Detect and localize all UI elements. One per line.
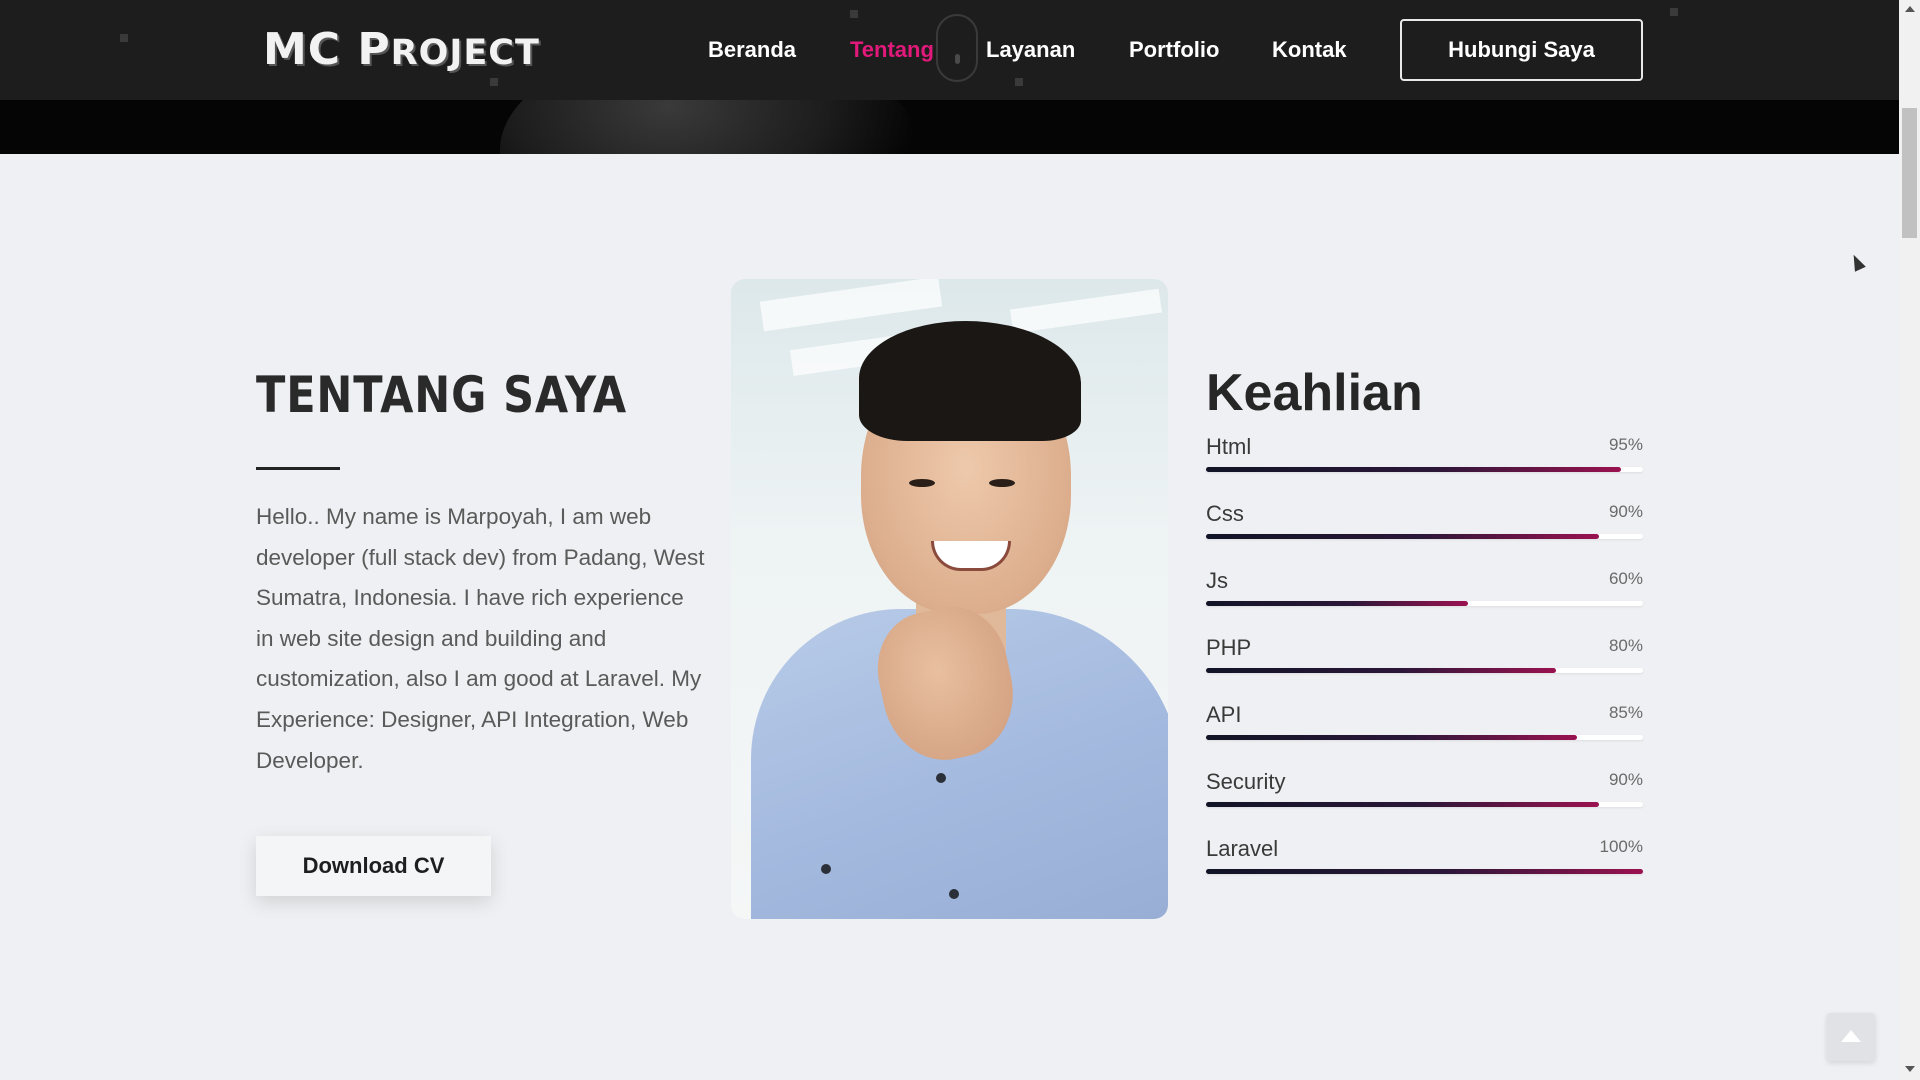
- skill-name: Security: [1206, 769, 1286, 794]
- decor-dot: [1015, 78, 1023, 86]
- skill-track: [1206, 467, 1643, 472]
- skill-name: Js: [1206, 568, 1228, 593]
- about-title: TENTANG SAYA: [256, 366, 627, 424]
- profile-photo: [731, 279, 1168, 919]
- shirt-button: [949, 889, 959, 899]
- skill-bar: [1206, 601, 1469, 606]
- decor-dot: [120, 34, 128, 42]
- skill-percent: 100%: [1599, 837, 1643, 856]
- skill-bar: [1206, 735, 1578, 740]
- page-scrollbar[interactable]: [1899, 0, 1920, 1080]
- mouse-scroll-icon: [936, 14, 978, 82]
- contact-me-button[interactable]: Hubungi Saya: [1400, 19, 1643, 81]
- back-to-top-button[interactable]: [1827, 1013, 1875, 1061]
- skill-bar: [1206, 534, 1600, 539]
- skill-percent: 95%: [1608, 435, 1643, 454]
- photo-eye: [989, 479, 1015, 487]
- skill-bar: [1206, 869, 1643, 874]
- logo-main: MC P: [263, 24, 391, 75]
- ceiling-light: [759, 279, 943, 332]
- decor-dot: [490, 78, 498, 86]
- decor-dot: [1670, 8, 1678, 16]
- navbar: MC PROJECT Beranda Tentang Layanan Portf…: [0, 0, 1899, 100]
- download-cv-button[interactable]: Download CV: [256, 836, 491, 896]
- photo-hair: [859, 321, 1081, 441]
- skill-name: Html: [1206, 434, 1252, 459]
- skill-track: [1206, 534, 1643, 539]
- shirt-button: [936, 773, 946, 783]
- skill-bar: [1206, 802, 1600, 807]
- skill-name: Css: [1206, 501, 1244, 526]
- skill-percent: 60%: [1608, 569, 1643, 588]
- skill-track: [1206, 601, 1643, 606]
- decor-dot: [850, 10, 858, 18]
- title-divider: [256, 467, 340, 470]
- shirt-button: [821, 864, 831, 874]
- skill-css: Css 90%: [1206, 500, 1643, 560]
- skills-title: Keahlian: [1206, 364, 1423, 422]
- scroll-thumb[interactable]: [1902, 108, 1917, 238]
- scroll-up-arrow[interactable]: [1905, 6, 1915, 12]
- nav-tentang[interactable]: Tentang: [850, 30, 934, 70]
- nav-beranda[interactable]: Beranda: [708, 30, 796, 70]
- skill-percent: 85%: [1608, 703, 1643, 722]
- nav-portfolio[interactable]: Portfolio: [1129, 30, 1219, 70]
- skill-laravel: Laravel 100%: [1206, 835, 1643, 895]
- cursor-icon: [1848, 252, 1866, 272]
- about-description: Hello.. My name is Marpoyah, I am web de…: [256, 504, 705, 773]
- skill-name: PHP: [1206, 635, 1252, 660]
- skill-track: [1206, 802, 1643, 807]
- skill-track: [1206, 668, 1643, 673]
- ceiling-light: [1010, 288, 1162, 334]
- skill-bar: [1206, 467, 1622, 472]
- skill-track: [1206, 869, 1643, 874]
- skill-js: Js 60%: [1206, 567, 1643, 627]
- logo-rest: ROJECT: [390, 33, 540, 73]
- skill-percent: 90%: [1608, 502, 1643, 521]
- skill-bar: [1206, 668, 1556, 673]
- nav-layanan[interactable]: Layanan: [986, 30, 1075, 70]
- skill-php: PHP 80%: [1206, 634, 1643, 694]
- skill-name: Laravel: [1206, 836, 1279, 861]
- skill-track: [1206, 735, 1643, 740]
- skill-percent: 90%: [1608, 770, 1643, 789]
- nav-kontak[interactable]: Kontak: [1272, 30, 1347, 70]
- site-logo[interactable]: MC PROJECT: [263, 22, 540, 78]
- skill-html: Html 95%: [1206, 433, 1643, 493]
- photo-eye: [909, 479, 935, 487]
- skill-security: Security 90%: [1206, 768, 1643, 828]
- scroll-down-arrow[interactable]: [1905, 1066, 1915, 1072]
- skill-percent: 80%: [1608, 636, 1643, 655]
- skill-api: API 85%: [1206, 701, 1643, 761]
- skill-name: API: [1206, 702, 1242, 727]
